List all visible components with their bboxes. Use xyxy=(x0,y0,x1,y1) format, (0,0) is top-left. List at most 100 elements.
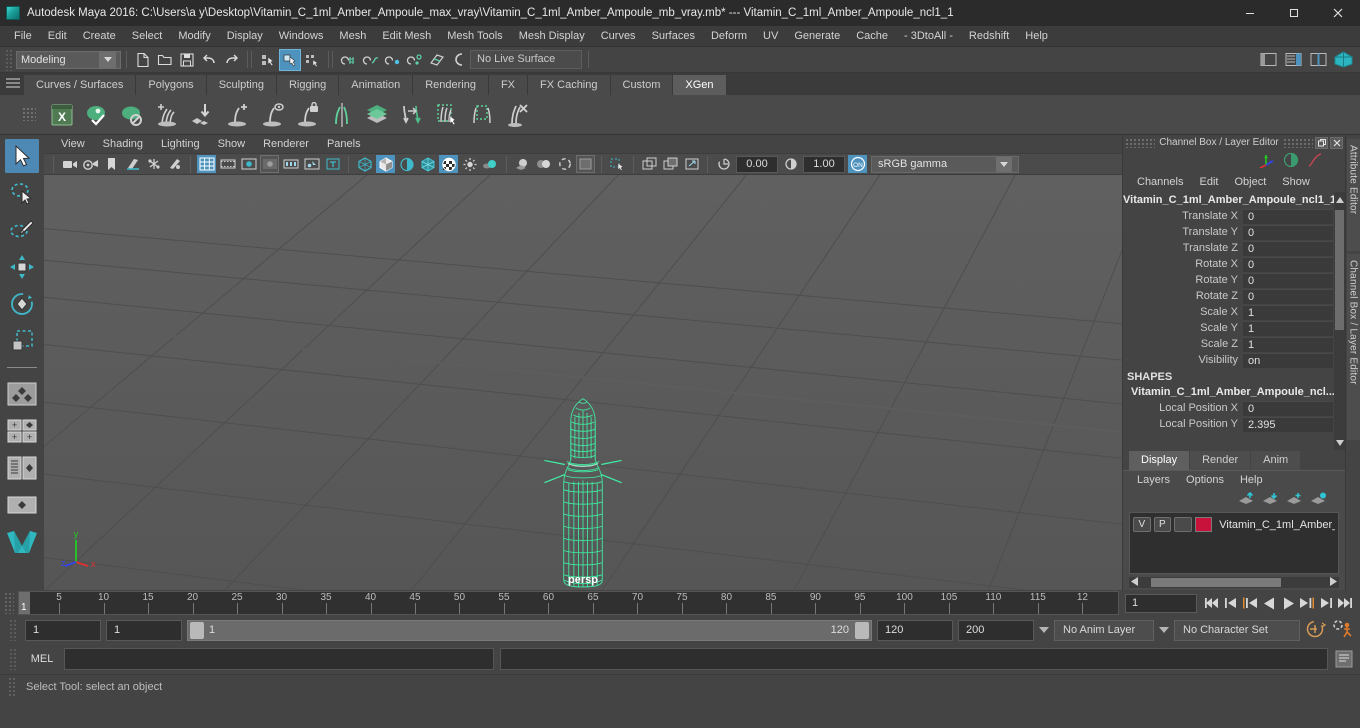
menu-edit[interactable]: Edit xyxy=(40,26,75,47)
command-language-label[interactable]: MEL xyxy=(26,653,58,665)
play-forwards-icon[interactable] xyxy=(1279,593,1297,613)
snap-to-grid-icon[interactable] xyxy=(338,49,360,71)
move-tool[interactable] xyxy=(5,250,39,284)
xgen-add-guide-icon[interactable] xyxy=(221,99,253,131)
xray-icon[interactable] xyxy=(608,155,627,173)
layer-playback-toggle[interactable]: P xyxy=(1153,517,1172,532)
menu-generate[interactable]: Generate xyxy=(786,26,848,47)
xgen-select-region-icon[interactable] xyxy=(431,99,463,131)
scroll-left-icon[interactable] xyxy=(1131,576,1139,589)
select-by-hierarchy-icon[interactable] xyxy=(257,49,279,71)
wireframe-icon[interactable] xyxy=(355,155,374,173)
textured-icon[interactable] xyxy=(439,155,458,173)
duplicate-view-icon[interactable] xyxy=(640,155,659,173)
xgen-box-region-icon[interactable] xyxy=(466,99,498,131)
menu-modify[interactable]: Modify xyxy=(170,26,218,47)
xgen-delete-guide-icon[interactable] xyxy=(501,99,533,131)
layer-menu-help[interactable]: Help xyxy=(1232,472,1271,489)
step-forward-frame-icon[interactable] xyxy=(1298,593,1316,613)
layer-display-type-toggle[interactable] xyxy=(1174,517,1192,532)
xgen-preview-hidden-icon[interactable] xyxy=(116,99,148,131)
statusline-grip[interactable] xyxy=(5,48,13,71)
cb-menu-object[interactable]: Object xyxy=(1226,173,1274,191)
attr-value[interactable]: 1 xyxy=(1243,320,1333,336)
two-sided-lighting-icon[interactable] xyxy=(123,155,142,173)
layout-toggle-icon[interactable] xyxy=(1307,49,1329,71)
channel-box-toggle-icon[interactable] xyxy=(1282,49,1304,71)
gamma-icon[interactable] xyxy=(781,155,800,173)
exposure-icon[interactable] xyxy=(165,155,184,173)
manipulator-icon[interactable] xyxy=(1257,152,1275,171)
tab-display[interactable]: Display xyxy=(1129,451,1190,470)
menu-windows[interactable]: Windows xyxy=(271,26,332,47)
range-end-field[interactable]: 120 xyxy=(877,619,953,641)
command-input[interactable] xyxy=(64,648,494,670)
attr-value[interactable]: 1 xyxy=(1243,304,1333,320)
hud-text-icon[interactable] xyxy=(323,155,342,173)
attr-value[interactable]: 0 xyxy=(1243,272,1333,288)
time-slider-grip[interactable] xyxy=(4,592,14,614)
step-back-keyframe-icon[interactable] xyxy=(1222,593,1240,613)
maximize-button[interactable] xyxy=(1272,0,1316,26)
viewport-menu-lighting[interactable]: Lighting xyxy=(152,135,209,153)
shelf-tab-curves-surfaces[interactable]: Curves / Surfaces xyxy=(24,75,137,95)
range-start-handle[interactable] xyxy=(190,621,204,639)
xgen-preview-visible-icon[interactable] xyxy=(81,99,113,131)
viewport-menu-show[interactable]: Show xyxy=(209,135,255,153)
xgen-window-icon[interactable]: X xyxy=(46,99,78,131)
smooth-shade-all-icon[interactable] xyxy=(376,155,395,173)
menu-edit-mesh[interactable]: Edit Mesh xyxy=(374,26,439,47)
rotate-tool[interactable] xyxy=(5,287,39,321)
shelf-tab-fx[interactable]: FX xyxy=(488,75,529,95)
range-bar[interactable]: 1 120 xyxy=(187,619,872,641)
attr-value[interactable]: 0 xyxy=(1243,400,1333,416)
menu-create[interactable]: Create xyxy=(75,26,124,47)
shelf-tab-rendering[interactable]: Rendering xyxy=(413,75,489,95)
cb-menu-show[interactable]: Show xyxy=(1274,173,1318,191)
tear-off-copy-icon[interactable] xyxy=(661,155,680,173)
current-frame-field[interactable]: 1 xyxy=(1125,593,1197,613)
step-back-frame-icon[interactable] xyxy=(1241,593,1259,613)
attr-value[interactable]: on xyxy=(1243,352,1333,368)
time-cursor[interactable]: 1 xyxy=(19,592,30,614)
cb-menu-edit[interactable]: Edit xyxy=(1191,173,1226,191)
animation-preferences-icon[interactable] xyxy=(1332,619,1354,642)
select-camera-icon[interactable] xyxy=(60,155,79,173)
show-hide-ui-icon[interactable] xyxy=(1257,49,1279,71)
lasso-select-tool[interactable] xyxy=(5,176,39,210)
viewport-menu-shading[interactable]: Shading xyxy=(94,135,152,153)
maya-logo-icon[interactable] xyxy=(5,525,39,559)
menu-help[interactable]: Help xyxy=(1017,26,1056,47)
menu-mesh[interactable]: Mesh xyxy=(331,26,374,47)
gate-mask-icon[interactable] xyxy=(260,155,279,173)
bookmark-icon[interactable] xyxy=(102,155,121,173)
anim-end-field[interactable]: 200 xyxy=(958,619,1034,641)
menu-uv[interactable]: UV xyxy=(755,26,786,47)
script-editor-icon[interactable] xyxy=(1334,649,1354,669)
grid-toggle-icon[interactable] xyxy=(197,155,216,173)
xgen-add-description-icon[interactable] xyxy=(151,99,183,131)
resolution-gate-icon[interactable] xyxy=(239,155,258,173)
shelf-tab-custom[interactable]: Custom xyxy=(610,75,674,95)
shelf-tab-fx-caching[interactable]: FX Caching xyxy=(528,75,611,95)
step-forward-keyframe-icon[interactable] xyxy=(1317,593,1335,613)
layer-list-hscrollbar[interactable] xyxy=(1129,576,1339,589)
auto-key-icon[interactable] xyxy=(1305,619,1327,642)
anim-layer-dropdown[interactable]: No Anim Layer xyxy=(1054,619,1154,641)
channel-box-list[interactable]: Vitamin_C_1ml_Amber_Ampoule_ncl1_1 Trans… xyxy=(1123,192,1345,450)
new-scene-icon[interactable] xyxy=(132,49,154,71)
layer-color-swatch[interactable] xyxy=(1194,517,1213,532)
viewport-menu-renderer[interactable]: Renderer xyxy=(254,135,318,153)
use-all-lights-icon[interactable] xyxy=(460,155,479,173)
isolate-select-icon[interactable] xyxy=(576,155,595,173)
help-line-grip[interactable] xyxy=(8,676,16,697)
anim-curve-icon[interactable] xyxy=(1307,152,1323,171)
close-button[interactable] xyxy=(1316,0,1360,26)
color-management-toggle-icon[interactable]: ON xyxy=(848,155,867,173)
live-surface-field[interactable]: No Live Surface xyxy=(470,50,582,69)
attr-value[interactable]: 2.395 xyxy=(1243,416,1333,432)
channel-box-scrollbar[interactable] xyxy=(1334,192,1345,450)
move-layer-up-icon[interactable] xyxy=(1238,491,1255,509)
attr-value[interactable]: 1 xyxy=(1243,336,1333,352)
character-set-dropdown[interactable]: No Character Set xyxy=(1174,619,1300,641)
